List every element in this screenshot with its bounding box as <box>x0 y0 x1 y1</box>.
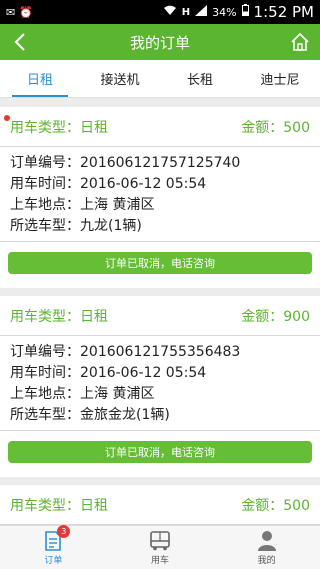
order-type: 用车类型：日租 <box>10 497 108 514</box>
home-icon <box>291 32 309 51</box>
order-number: 订单编号：201606121757125740 <box>10 155 241 171</box>
selected-car: 所选车型：九龙(1辆) <box>10 218 142 234</box>
order-amount: 金额：900 <box>241 308 310 325</box>
tabbar-label: 我的 <box>257 556 276 566</box>
order-card[interactable]: 用车类型：日租 金额：900 订单编号：201606121755356483 用… <box>0 296 320 477</box>
order-time: 用车时间：2016-06-12 05:54 <box>10 365 207 381</box>
bus-icon <box>147 529 173 553</box>
order-card[interactable]: 用车类型：日租 金额：500 <box>0 485 320 525</box>
person-icon <box>254 529 280 553</box>
order-card-header: 用车类型：日租 金额：500 <box>0 485 320 525</box>
order-card-header: 用车类型：日租 金额：900 <box>0 296 320 336</box>
order-amount: 金额：500 <box>241 497 310 514</box>
tabbar-label: 订单 <box>44 556 63 566</box>
order-card[interactable]: 用车类型：日租 金额：500 订单编号：201606121757125740 用… <box>0 107 320 288</box>
network-type: H <box>181 6 191 18</box>
order-count-badge: 3 <box>57 525 71 538</box>
order-type: 用车类型：日租 <box>10 308 108 325</box>
tabbar-label: 用车 <box>151 556 170 566</box>
order-time: 用车时间：2016-06-12 05:54 <box>10 176 207 192</box>
page-title: 我的订单 <box>129 33 190 52</box>
unread-dot <box>4 115 10 121</box>
tabbar-mine[interactable]: 我的 <box>213 526 320 569</box>
order-number: 订单编号：201606121755356483 <box>10 344 241 360</box>
tab-long-rent[interactable]: 长租 <box>160 60 240 97</box>
notification-icon: ✉ <box>6 5 16 19</box>
cancelled-call-button[interactable]: 订单已取消，电话咨询 <box>8 441 312 463</box>
order-info: 订单编号：201606121755356483 用车时间：2016-06-12 … <box>0 336 320 431</box>
tab-disney[interactable]: 迪士尼 <box>240 60 320 97</box>
tab-airport-transfer[interactable]: 接送机 <box>80 60 160 97</box>
battery-text: 34% <box>212 5 237 19</box>
order-action: 订单已取消，电话咨询 <box>0 431 320 477</box>
chevron-left-icon <box>14 33 25 51</box>
clock: 1:52 PM <box>253 3 314 21</box>
order-card-header: 用车类型：日租 金额：500 <box>0 107 320 147</box>
battery-icon <box>241 4 249 20</box>
order-type: 用车类型：日租 <box>10 119 108 136</box>
back-button[interactable] <box>8 30 32 54</box>
order-amount: 金额：500 <box>241 119 310 136</box>
notification-icons: ✉ ⏰ <box>6 6 33 19</box>
wifi-icon <box>163 5 177 20</box>
pickup-location: 上车地点：上海 黄浦区 <box>10 197 155 213</box>
tabbar-car[interactable]: 用车 <box>107 526 214 569</box>
signal-icon <box>195 4 208 20</box>
tab-daily-rent[interactable]: 日租 <box>0 60 80 97</box>
tabbar-orders[interactable]: 3 订单 <box>0 525 107 569</box>
status-bar: ✉ ⏰ H 34% 1:52 PM <box>0 0 320 24</box>
pickup-location: 上车地点：上海 黄浦区 <box>10 386 155 402</box>
home-button[interactable] <box>288 30 312 54</box>
order-type-tabs: 日租 接送机 长租 迪士尼 <box>0 60 320 98</box>
order-icon: 3 <box>40 525 71 553</box>
alarm-icon: ⏰ <box>19 5 33 19</box>
selected-car: 所选车型：金旅金龙(1辆) <box>10 407 170 423</box>
bottom-tab-bar: 3 订单 用车 我的 <box>0 525 320 569</box>
status-right: H 34% 1:52 PM <box>163 3 314 21</box>
cancelled-call-button[interactable]: 订单已取消，电话咨询 <box>8 252 312 274</box>
order-list[interactable]: 用车类型：日租 金额：500 订单编号：201606121757125740 用… <box>0 99 320 525</box>
order-action: 订单已取消，电话咨询 <box>0 242 320 288</box>
app-header: 我的订单 <box>0 24 320 60</box>
order-info: 订单编号：201606121757125740 用车时间：2016-06-12 … <box>0 147 320 242</box>
